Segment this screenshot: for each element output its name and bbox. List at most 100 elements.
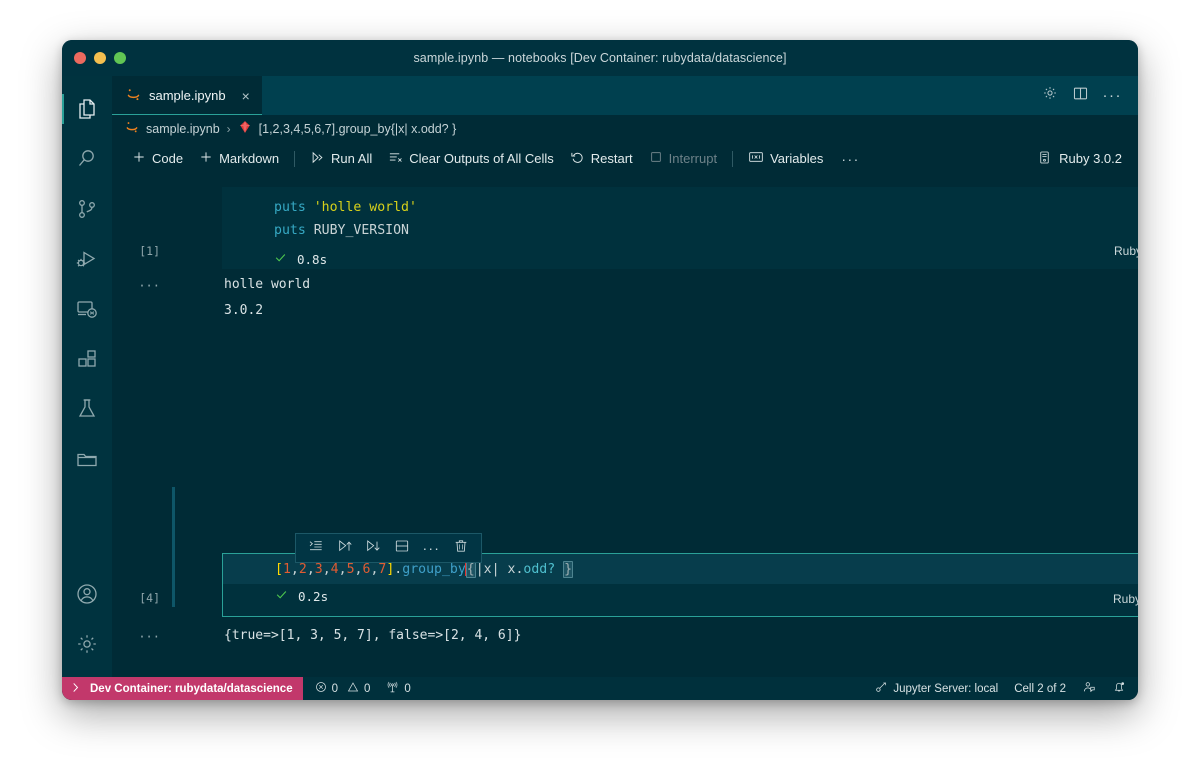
run-all-icon <box>310 150 325 168</box>
add-markdown-cell-button[interactable]: Markdown <box>191 148 287 169</box>
zoom-window-button[interactable] <box>114 52 126 64</box>
run-below-icon[interactable] <box>365 538 381 559</box>
cell-position-status[interactable]: Cell 2 of 2 <box>1006 677 1074 700</box>
cell-1-input[interactable]: puts 'holle world' puts RUBY_VERSION 0.8… <box>222 187 1138 269</box>
window-controls[interactable] <box>74 52 126 64</box>
sidebar-item-run-and-debug[interactable] <box>62 234 112 284</box>
notebook-cell-1-output[interactable]: ··· holle world 3.0.2 <box>112 277 1138 333</box>
remote-label: Dev Container: rubydata/datascience <box>90 682 293 695</box>
screenshot-root: sample.ipynb — notebooks [Dev Container:… <box>0 0 1200 781</box>
restart-icon <box>570 150 585 168</box>
sidebar-item-testing[interactable] <box>62 384 112 434</box>
sidebar-item-remote-explorer[interactable] <box>62 284 112 334</box>
files-icon <box>75 97 99 121</box>
cell-2-duration: 0.2s <box>298 589 329 604</box>
cell-hover-toolbar[interactable]: ··· <box>295 533 482 563</box>
jupyter-kernel-icon <box>874 680 888 697</box>
ellipsis-icon[interactable]: ··· <box>423 540 441 556</box>
account-icon <box>75 582 99 606</box>
gear-icon[interactable] <box>1042 85 1058 106</box>
sidebar-item-settings[interactable] <box>62 619 112 669</box>
sidebar-item-folder[interactable] <box>62 434 112 484</box>
problems-status[interactable]: 0 0 <box>303 677 379 700</box>
error-count: 0 <box>331 682 338 695</box>
clear-outputs-label: Clear Outputs of All Cells <box>409 151 554 166</box>
window-body: sample.ipynb × ··· sample.ipynb › [1,2,3… <box>62 76 1138 677</box>
tab-sample-ipynb[interactable]: sample.ipynb × <box>112 76 262 115</box>
breadcrumb: sample.ipynb › [1,2,3,4,5,6,7].group_by{… <box>112 115 1138 142</box>
sidebar-item-extensions[interactable] <box>62 334 112 384</box>
cell-1-duration: 0.8s <box>297 252 328 267</box>
kernel-picker[interactable]: Ruby 3.0.2 <box>1037 150 1124 168</box>
window-title: sample.ipynb — notebooks [Dev Container:… <box>413 51 787 65</box>
variables-button[interactable]: Variables <box>740 147 831 170</box>
run-all-button[interactable]: Run All <box>302 148 380 170</box>
folder-icon <box>75 447 99 471</box>
sidebar-item-account[interactable] <box>62 569 112 619</box>
editor-area: sample.ipynb × ··· sample.ipynb › [1,2,3… <box>112 76 1138 677</box>
cell-2-language[interactable]: Ruby <box>1113 592 1138 606</box>
run-above-icon[interactable] <box>337 538 353 559</box>
breadcrumb-separator: › <box>226 121 231 136</box>
jupyter-server-status[interactable]: Jupyter Server: local <box>866 677 1006 700</box>
notebook-editor[interactable]: puts 'holle world' puts RUBY_VERSION 0.8… <box>112 175 1138 677</box>
toolbar-separator <box>732 150 734 167</box>
breadcrumb-symbol[interactable]: [1,2,3,4,5,6,7].group_by{|x| x.odd? } <box>259 122 457 136</box>
add-code-cell-button[interactable]: Code <box>124 148 191 169</box>
check-icon <box>274 251 287 268</box>
notebook-toolbar: Code Markdown Run All Clear Outputs of A… <box>112 142 1138 175</box>
notebook-more-actions[interactable]: ··· <box>831 151 870 167</box>
restart-kernel-button[interactable]: Restart <box>562 148 641 170</box>
check-icon <box>275 588 288 605</box>
close-window-button[interactable] <box>74 52 86 64</box>
run-all-label: Run All <box>331 151 373 166</box>
split-editor-icon[interactable] <box>1072 85 1089 107</box>
status-bar: Dev Container: rubydata/datascience 0 0 <box>62 677 1138 700</box>
run-by-line-icon[interactable] <box>308 538 324 559</box>
cell-1-language[interactable]: Ruby <box>1114 244 1138 258</box>
notifications-button[interactable] <box>1104 677 1138 700</box>
run-debug-icon <box>75 247 99 271</box>
breadcrumb-file[interactable]: sample.ipynb <box>146 122 220 136</box>
title-bar: sample.ipynb — notebooks [Dev Container:… <box>62 40 1138 76</box>
activity-bar <box>62 76 112 677</box>
gear-icon <box>75 632 99 656</box>
sidebar-item-search[interactable] <box>62 134 112 184</box>
stop-icon <box>649 150 663 167</box>
sidebar-item-explorer[interactable] <box>62 84 112 134</box>
ruby-gem-icon <box>238 120 252 137</box>
remote-indicator[interactable]: Dev Container: rubydata/datascience <box>62 677 303 700</box>
close-icon[interactable]: × <box>242 89 250 103</box>
cell-1-output-line-2: 3.0.2 <box>224 303 264 318</box>
jupyter-server-label: Jupyter Server: local <box>893 682 999 695</box>
more-actions-icon[interactable]: ··· <box>1103 87 1123 104</box>
search-icon <box>75 147 99 171</box>
interrupt-label: Interrupt <box>668 151 718 166</box>
notebook-cell-2[interactable]: [1,2,3,4,5,6,7].group_by{|x| x.odd? } 0.… <box>112 553 1138 617</box>
clear-outputs-button[interactable]: Clear Outputs of All Cells <box>380 148 562 170</box>
cell-1-status: 0.8s <box>222 242 1138 268</box>
interrupt-button[interactable]: Interrupt <box>641 148 725 169</box>
cell-1-output-marker[interactable]: ··· <box>112 279 160 293</box>
cell-2-status: 0.2s <box>223 581 1138 605</box>
cell-2-output-marker[interactable]: ··· <box>112 630 160 644</box>
feedback-button[interactable] <box>1074 677 1104 700</box>
cell-2-output-line-1: {true=>[1, 3, 5, 7], false=>[2, 4, 6]} <box>224 628 522 643</box>
notebook-cell-1[interactable]: puts 'holle world' puts RUBY_VERSION 0.8… <box>112 187 1138 269</box>
feedback-icon <box>1082 680 1096 697</box>
warning-icon <box>347 681 359 696</box>
radio-tower-icon <box>386 681 399 697</box>
jupyter-icon <box>125 120 139 137</box>
remote-explorer-icon <box>75 297 99 321</box>
split-cell-icon[interactable] <box>394 538 410 559</box>
ports-status[interactable]: 0 <box>378 677 418 700</box>
warning-count: 0 <box>364 682 371 695</box>
minimize-window-button[interactable] <box>94 52 106 64</box>
notebook-cell-2-output[interactable]: ··· {true=>[1, 3, 5, 7], false=>[2, 4, 6… <box>112 628 1138 658</box>
cell-position-label: Cell 2 of 2 <box>1014 682 1066 695</box>
sidebar-item-source-control[interactable] <box>62 184 112 234</box>
clear-outputs-icon <box>388 150 403 168</box>
trash-icon[interactable] <box>453 538 469 559</box>
editor-toolbar: ··· <box>1042 76 1139 115</box>
add-code-label: Code <box>152 151 184 166</box>
